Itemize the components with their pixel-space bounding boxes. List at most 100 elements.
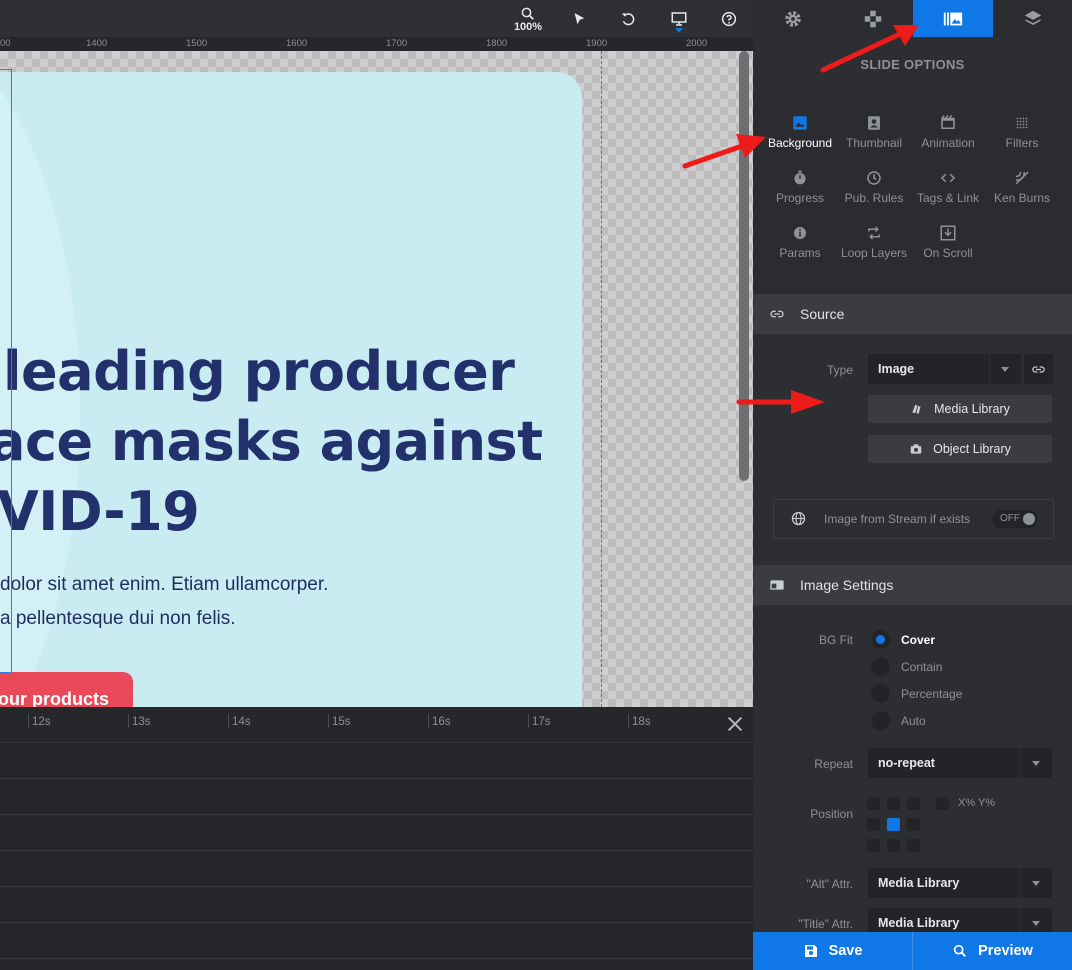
slide-cta-button[interactable]: our products	[0, 672, 133, 707]
slide-canvas[interactable]: leading producer ace masks against VID-1…	[0, 72, 582, 707]
cursor-icon	[574, 12, 585, 24]
position-top-left[interactable]	[867, 797, 880, 810]
stream-image-option: Image from Stream if exists OFF	[773, 499, 1054, 539]
timeline-row[interactable]	[0, 851, 753, 887]
body-line: dolor sit amet enim. Etiam ullamcorper.	[0, 574, 329, 595]
media-library-button[interactable]: Media Library	[868, 395, 1052, 423]
alt-attr-select[interactable]: Media Library	[868, 868, 1052, 898]
ruler-tick: 1700	[386, 38, 408, 49]
preview-button[interactable]: Preview	[913, 932, 1072, 970]
type-label: Type	[826, 363, 853, 377]
radio-button[interactable]	[871, 630, 890, 649]
slide-body-text[interactable]: dolor sit amet enim. Etiam ullamcorper. …	[0, 568, 328, 636]
bg-fit-cover-option[interactable]: Cover	[871, 630, 935, 649]
button-label: Preview	[978, 943, 1033, 959]
position-bottom-center[interactable]	[887, 839, 900, 852]
option-progress[interactable]: Progress	[763, 169, 837, 205]
option-filters[interactable]: Filters	[985, 114, 1059, 150]
option-label: Params	[779, 246, 821, 260]
tab-settings[interactable]	[753, 0, 833, 37]
ruler-tick: 1900	[586, 38, 608, 49]
bg-fit-auto-option[interactable]: Auto	[871, 711, 926, 730]
position-bottom-right[interactable]	[907, 839, 920, 852]
tab-slide-options[interactable]	[913, 0, 993, 37]
image-icon	[793, 116, 807, 130]
button-label: Object Library	[933, 442, 1011, 456]
timeline-row[interactable]	[0, 779, 753, 815]
option-tags-link[interactable]: Tags & Link	[911, 169, 985, 205]
image-settings-section-header[interactable]: Image Settings	[753, 565, 1072, 605]
bg-fit-percentage-option[interactable]: Percentage	[871, 684, 962, 703]
slide-headline[interactable]: leading producer ace masks against VID-1…	[0, 337, 543, 547]
timeline-row[interactable]	[0, 887, 753, 923]
device-desktop-button[interactable]	[665, 0, 693, 37]
timeline-ruler: 12s 13s 14s 15s 16s 17s 18s	[0, 707, 753, 743]
position-center-left[interactable]	[867, 818, 880, 831]
radio-label: Percentage	[901, 686, 963, 701]
radio-label: Auto	[901, 713, 926, 728]
select-value: Media Library	[878, 916, 960, 930]
zoom-level: 100%	[513, 20, 543, 33]
link-toggle-button[interactable]	[1024, 354, 1053, 384]
zoom-tool[interactable]: 100%	[514, 0, 542, 37]
help-icon	[721, 11, 737, 26]
select-value: Image	[878, 362, 915, 376]
source-type-select[interactable]: Image	[868, 354, 1021, 384]
option-on-scroll[interactable]: On Scroll	[911, 224, 985, 260]
option-background[interactable]: Background	[763, 114, 837, 150]
position-center-right[interactable]	[907, 818, 920, 831]
position-center-center[interactable]	[887, 818, 900, 831]
repeat-select[interactable]: no-repeat	[868, 748, 1052, 778]
select-tool-button[interactable]	[565, 0, 593, 37]
position-xy-checkbox[interactable]	[936, 797, 949, 810]
guide-line[interactable]	[601, 51, 602, 707]
bg-fit-contain-option[interactable]: Contain	[871, 657, 942, 676]
radio-button[interactable]	[871, 711, 890, 730]
source-section-header[interactable]: Source	[753, 294, 1072, 334]
timeline-row[interactable]	[0, 815, 753, 851]
button-label: Save	[828, 943, 863, 959]
position-bottom-left[interactable]	[867, 839, 880, 852]
option-params[interactable]: Params	[763, 224, 837, 260]
repeat-label: Repeat	[814, 757, 853, 771]
timeline-panel: 12s 13s 14s 15s 16s 17s 18s	[0, 707, 753, 970]
timeline-row[interactable]	[0, 743, 753, 779]
position-xy-label: X% Y%	[958, 797, 996, 809]
gear-icon	[785, 10, 801, 27]
radio-button[interactable]	[871, 657, 890, 676]
canvas-scrollbar[interactable]	[739, 51, 749, 481]
object-library-button[interactable]: Object Library	[868, 435, 1052, 463]
tab-layers[interactable]	[993, 0, 1072, 37]
image-settings-icon	[770, 580, 784, 590]
option-label: Ken Burns	[993, 191, 1051, 205]
chevron-down-icon	[989, 354, 1021, 384]
timeline-row[interactable]	[0, 923, 753, 959]
slide-stage[interactable]: leading producer ace masks against VID-1…	[0, 51, 753, 707]
tab-navigation[interactable]	[833, 0, 913, 37]
button-label: Media Library	[934, 402, 1010, 416]
kenburns-icon	[1015, 171, 1029, 185]
option-thumbnail[interactable]: Thumbnail	[837, 114, 911, 150]
ruler-tick: 1600	[286, 38, 308, 49]
bg-fit-label: BG Fit	[818, 633, 853, 647]
option-ken-burns[interactable]: Ken Burns	[985, 169, 1059, 205]
position-top-right[interactable]	[907, 797, 920, 810]
stream-toggle[interactable]: OFF	[992, 510, 1038, 528]
slide-options-panel: SLIDE OPTIONS Background Thumbnail Anima…	[753, 0, 1072, 970]
option-pub-rules[interactable]: Pub. Rules	[837, 169, 911, 205]
timeline-tick: 14s	[228, 714, 251, 728]
option-label: Background	[767, 136, 833, 150]
timeline-tick: 16s	[428, 714, 451, 728]
radio-button[interactable]	[871, 684, 890, 703]
position-top-center[interactable]	[887, 797, 900, 810]
close-icon[interactable]	[724, 713, 746, 735]
editor-toolbar: 100%	[0, 0, 753, 37]
option-animation[interactable]: Animation	[911, 114, 985, 150]
clock-icon	[867, 171, 881, 185]
undo-button[interactable]	[614, 0, 642, 37]
ruler-tick: 1800	[486, 38, 508, 49]
help-button[interactable]	[715, 0, 743, 37]
timeline-tick: 17s	[528, 714, 551, 728]
option-loop-layers[interactable]: Loop Layers	[837, 224, 911, 260]
save-button[interactable]: Save	[753, 932, 912, 970]
